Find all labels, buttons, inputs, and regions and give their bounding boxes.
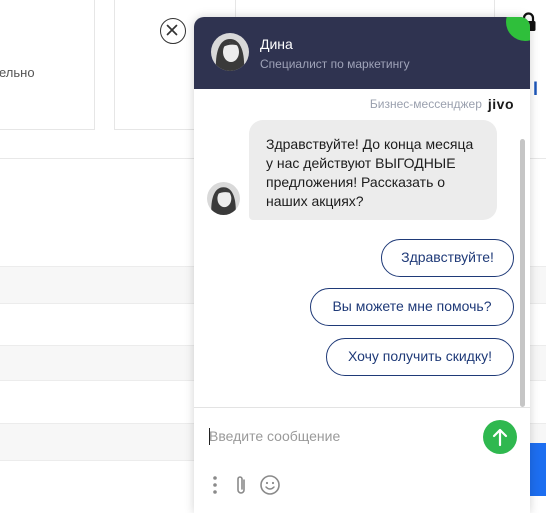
composer-divider <box>194 407 530 408</box>
chat-widget: Дина Специалист по маркетингу Бизнес-мес… <box>194 17 530 513</box>
more-icon[interactable] <box>204 473 226 497</box>
agent-name: Дина <box>260 36 293 52</box>
online-status-badge <box>506 17 530 41</box>
brand-row: Бизнес-мессенджер jivo <box>370 96 514 112</box>
quick-reply-button[interactable]: Хочу получить скидку! <box>326 338 514 376</box>
quick-reply-button[interactable]: Здравствуйте! <box>381 239 514 277</box>
background-card-text: ельно <box>0 65 35 80</box>
agent-role: Специалист по маркетингу <box>260 57 410 71</box>
agent-message: Здравствуйте! До конца месяца у нас дейс… <box>249 120 497 220</box>
jivo-logo[interactable]: jivo <box>488 96 514 112</box>
emoji-icon[interactable] <box>259 473 281 497</box>
text-caret <box>209 428 210 445</box>
send-icon <box>492 428 508 447</box>
close-icon <box>166 24 178 36</box>
brand-text: Бизнес-мессенджер <box>369 97 482 111</box>
chat-header: Дина Специалист по маркетингу <box>194 17 530 89</box>
message-avatar <box>207 182 240 215</box>
background-card: ельно <box>0 0 95 130</box>
background-edge-text: l <box>533 79 539 99</box>
message-scrollbar[interactable] <box>520 139 525 407</box>
send-button[interactable] <box>483 420 517 454</box>
agent-avatar <box>211 33 249 71</box>
message-input[interactable] <box>209 423 469 449</box>
close-chat-button[interactable] <box>160 18 186 44</box>
quick-reply-button[interactable]: Вы можете мне помочь? <box>310 288 514 326</box>
paperclip-icon[interactable] <box>230 473 252 497</box>
